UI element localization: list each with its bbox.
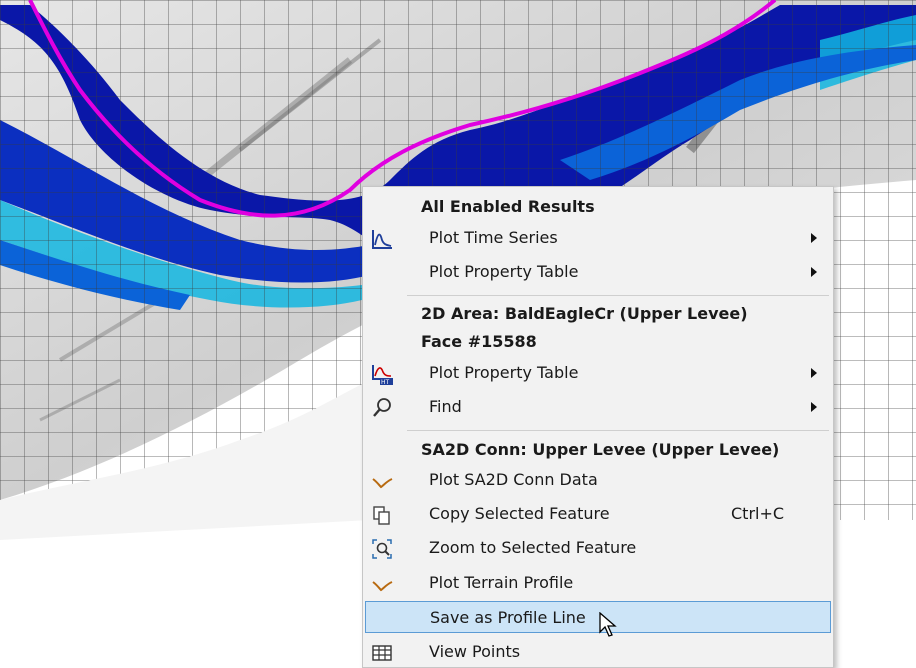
menu-item-label: Plot Terrain Profile [429,573,574,592]
line-chart-icon [372,230,392,249]
submenu-arrow-icon [811,368,817,378]
copy-icon [373,506,390,525]
menu-item-plot-time-series[interactable]: Plot Time Series [365,222,831,254]
menu-item-plot-terrain-profile[interactable]: Plot Terrain Profile [365,567,831,599]
menu-item-view-points[interactable]: View Points [365,636,831,668]
mouse-pointer-icon [599,612,617,637]
submenu-arrow-icon [811,402,817,412]
menu-item-label: Plot Time Series [429,228,558,247]
section-header-sa2d-conn: SA2D Conn: Upper Levee (Upper Levee) [421,440,780,459]
submenu-arrow-icon [811,267,817,277]
menu-item-label: Find [429,397,462,416]
menu-item-zoom-to-selected-feature[interactable]: Zoom to Selected Feature [365,532,831,564]
menu-item-plot-property-table-face[interactable]: HT Plot Property Table [365,357,831,389]
section-header-2d-area: 2D Area: BaldEagleCr (Upper Levee) [421,304,748,323]
hydrograph-table-icon: HT [372,365,393,385]
menu-item-copy-selected-feature[interactable]: Copy Selected Feature Ctrl+C [365,498,831,530]
menu-item-label: Copy Selected Feature [429,504,610,523]
menu-separator [407,430,829,431]
menu-item-label: Plot Property Table [429,262,579,281]
profile-curve-icon [372,478,393,489]
menu-separator [407,295,829,296]
menu-item-plot-property-table[interactable]: Plot Property Table [365,256,831,288]
menu-item-find[interactable]: Find [365,391,831,423]
shortcut-label: Ctrl+C [731,504,785,523]
table-grid-icon [372,645,392,661]
zoom-to-feature-icon [372,539,392,559]
svg-text:HT: HT [381,379,390,385]
menu-item-label: View Points [429,642,521,661]
section-header-face: Face #15588 [421,332,537,351]
submenu-arrow-icon [811,233,817,243]
menu-item-plot-sa2d-conn-data[interactable]: Plot SA2D Conn Data [365,464,831,496]
context-menu: All Enabled Results Plot Time Series Plo… [362,186,834,668]
menu-item-label: Save as Profile Line [430,608,586,627]
section-header-all-enabled-results: All Enabled Results [421,197,595,216]
menu-item-label: Zoom to Selected Feature [429,538,637,557]
menu-item-label: Plot SA2D Conn Data [429,470,598,489]
magnifier-icon [373,398,391,417]
menu-item-label: Plot Property Table [429,363,579,382]
profile-curve-icon [372,581,393,592]
